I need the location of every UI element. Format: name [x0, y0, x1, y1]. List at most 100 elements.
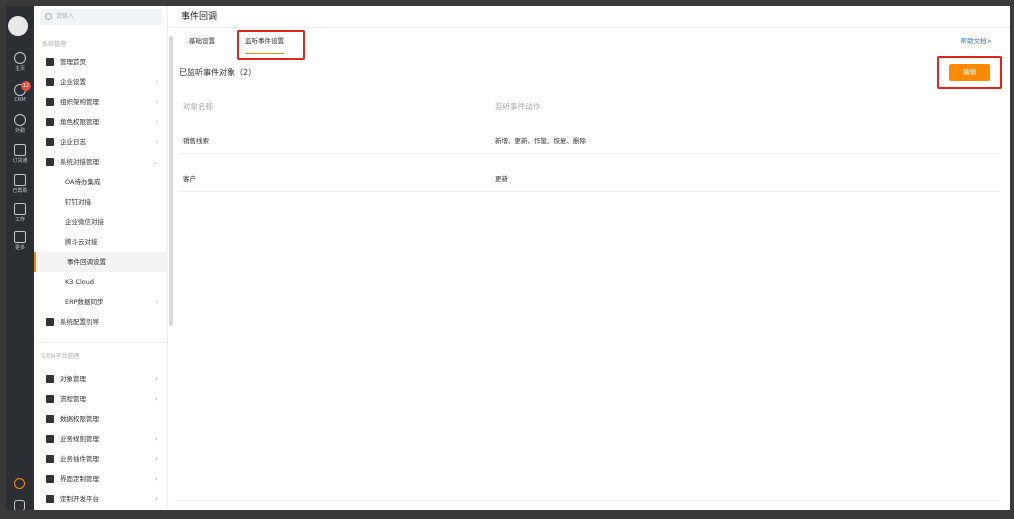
- sidebar-item-objects[interactable]: 对象管理 ›: [34, 369, 168, 389]
- chevron-right-icon: ›: [155, 78, 158, 86]
- sidebar-item-dev-platform[interactable]: 定制开发平台 ›: [34, 489, 168, 509]
- storefront-icon: [14, 174, 26, 186]
- rail-item-order[interactable]: 订货通: [6, 144, 34, 164]
- search-input[interactable]: 请输入: [40, 9, 162, 25]
- sidebar-subitem-cloud[interactable]: 腾斗云对接: [34, 232, 168, 252]
- sidebar-item-label: 钉钉对接: [65, 198, 91, 206]
- briefcase-icon: [14, 203, 26, 215]
- sidebar-item-label: 事件回调设置: [67, 258, 106, 266]
- chevron-right-icon: ›: [155, 395, 158, 403]
- sidebar-item-label: 业务规则管理: [60, 435, 99, 443]
- lock-icon: [46, 415, 54, 423]
- rail-item-home[interactable]: 主页: [6, 52, 34, 72]
- layout-icon: [46, 475, 54, 483]
- grid-icon: [14, 231, 26, 243]
- rail-label: 更多: [14, 245, 25, 251]
- code-icon: [46, 495, 54, 503]
- sidebar-item-label: 系统对接管理: [60, 158, 99, 166]
- rail-label: 工作: [14, 217, 25, 223]
- table-cell-actions: 更新: [495, 175, 508, 183]
- help-docs-link[interactable]: 帮助文档>: [961, 35, 992, 45]
- chevron-right-icon: ›: [155, 435, 158, 443]
- org-chart-icon: [46, 98, 54, 106]
- sidebar-item-data-permission[interactable]: 数据权限管理: [34, 409, 168, 429]
- wrench-icon: [46, 435, 54, 443]
- sidebar-subitem-event-callback[interactable]: 事件回调设置: [34, 252, 168, 272]
- notification-badge: 12: [21, 81, 31, 91]
- column-header-actions: 监听事件动作: [495, 102, 540, 111]
- sidebar-item-home[interactable]: 管理首页: [34, 52, 168, 72]
- section-title: 已监听事件对象（2）: [179, 68, 257, 77]
- search-placeholder: 请输入: [56, 13, 75, 20]
- rail-label: 已帮助: [12, 188, 28, 194]
- rail-label: 外勤: [14, 128, 25, 134]
- chevron-right-icon: ›: [155, 298, 158, 306]
- settings-gear-icon[interactable]: [14, 478, 25, 489]
- sidebar-item-label: 业务插件管理: [60, 455, 99, 463]
- rail-label: 主页: [14, 66, 25, 72]
- flow-icon: [46, 395, 54, 403]
- id-card-icon: [46, 118, 54, 126]
- sidebar-item-roles[interactable]: 角色权限管理 ›: [34, 112, 168, 132]
- column-header-object: 对象名称: [183, 102, 213, 111]
- contacts-icon[interactable]: [14, 500, 25, 510]
- sidebar-item-config-guide[interactable]: 系统配置引导: [34, 312, 168, 332]
- sidebar-item-org[interactable]: 组织架构管理 ›: [34, 92, 168, 112]
- home-icon: [46, 58, 54, 66]
- sidebar-subitem-dingtalk[interactable]: 钉钉对接: [34, 192, 168, 212]
- sidebar-item-label: 组织架构管理: [60, 98, 99, 106]
- table-cell-actions: 新增、更新、作废、恢复、删除: [495, 137, 586, 145]
- settings-guide-icon: [46, 318, 54, 326]
- sidebar-item-label: 管理首页: [60, 58, 86, 66]
- chat-icon: [14, 52, 26, 64]
- sidebar-item-label: 定制开发平台: [60, 495, 99, 503]
- sidebar-subitem-wecom[interactable]: 企业微信对接: [34, 212, 168, 232]
- sidebar-item-label: ERP数据同步: [65, 298, 104, 306]
- group-title-system: 系统管理: [42, 41, 67, 48]
- sidebar-item-label: 对象管理: [60, 375, 86, 383]
- object-icon: [46, 375, 54, 383]
- sidebar-item-rules[interactable]: 业务规则管理 ›: [34, 429, 168, 449]
- sidebar-item-label: 企业微信对接: [65, 218, 104, 226]
- chevron-right-icon: ›: [155, 98, 158, 106]
- rail-label: 订货通: [12, 158, 28, 164]
- avatar[interactable]: [8, 16, 28, 36]
- chevron-right-icon: ›: [155, 375, 158, 383]
- admin-sidebar: 请输入 系统管理 管理首页 企业设置 › 组织架构管理 › 角色权限管理 › 企…: [34, 6, 173, 510]
- sidebar-item-label: K3 Cloud: [65, 278, 95, 286]
- box-icon: [14, 144, 26, 156]
- sidebar-item-ui-custom[interactable]: 界面定制管理 ›: [34, 469, 168, 489]
- log-icon: [46, 138, 54, 146]
- chevron-right-icon: ›: [155, 495, 158, 503]
- rail-item-crm[interactable]: 12 CRM: [6, 81, 34, 103]
- sidebar-item-log[interactable]: 企业日志 ›: [34, 132, 168, 152]
- sidebar-item-label: 角色权限管理: [60, 118, 99, 126]
- sidebar-item-integration[interactable]: 系统对接管理 ⌄: [34, 152, 168, 172]
- link-icon: [46, 158, 54, 166]
- header-divider: [169, 27, 1010, 28]
- sidebar-subitem-oa[interactable]: OA待办集成: [34, 172, 168, 192]
- search-icon: [45, 13, 52, 20]
- sidebar-subitem-k3cloud[interactable]: K3 Cloud: [34, 272, 168, 292]
- rail-item-more[interactable]: 更多: [6, 231, 34, 251]
- rail-item-help[interactable]: 已帮助: [6, 174, 34, 194]
- rail-item-work[interactable]: 工作: [6, 203, 34, 223]
- sidebar-item-flow[interactable]: 流程管理 ›: [34, 389, 168, 409]
- sidebar-item-plugins[interactable]: 业务插件管理 ›: [34, 449, 168, 469]
- chevron-right-icon: ›: [155, 475, 158, 483]
- rail-item-field[interactable]: 外勤: [6, 114, 34, 134]
- sidebar-subitem-erp-sync[interactable]: ERP数据同步 ›: [34, 292, 168, 312]
- sidebar-item-label: 企业日志: [60, 138, 86, 146]
- building-icon: [46, 78, 54, 86]
- table-row-divider: [179, 153, 1000, 154]
- sidebar-item-label: 腾斗云对接: [65, 238, 98, 246]
- sidebar-item-label: 企业设置: [60, 78, 86, 86]
- location-icon: [14, 114, 26, 126]
- sidebar-item-label: 系统配置引导: [60, 318, 99, 326]
- group-title-crm: CRM平台管理: [42, 353, 80, 360]
- page-title: 事件回调: [181, 12, 218, 22]
- sidebar-item-company[interactable]: 企业设置 ›: [34, 72, 168, 92]
- table-row-divider: [179, 191, 1000, 192]
- tab-basic-settings[interactable]: 基础设置: [189, 35, 215, 49]
- sidebar-item-label: 界面定制管理: [60, 475, 99, 483]
